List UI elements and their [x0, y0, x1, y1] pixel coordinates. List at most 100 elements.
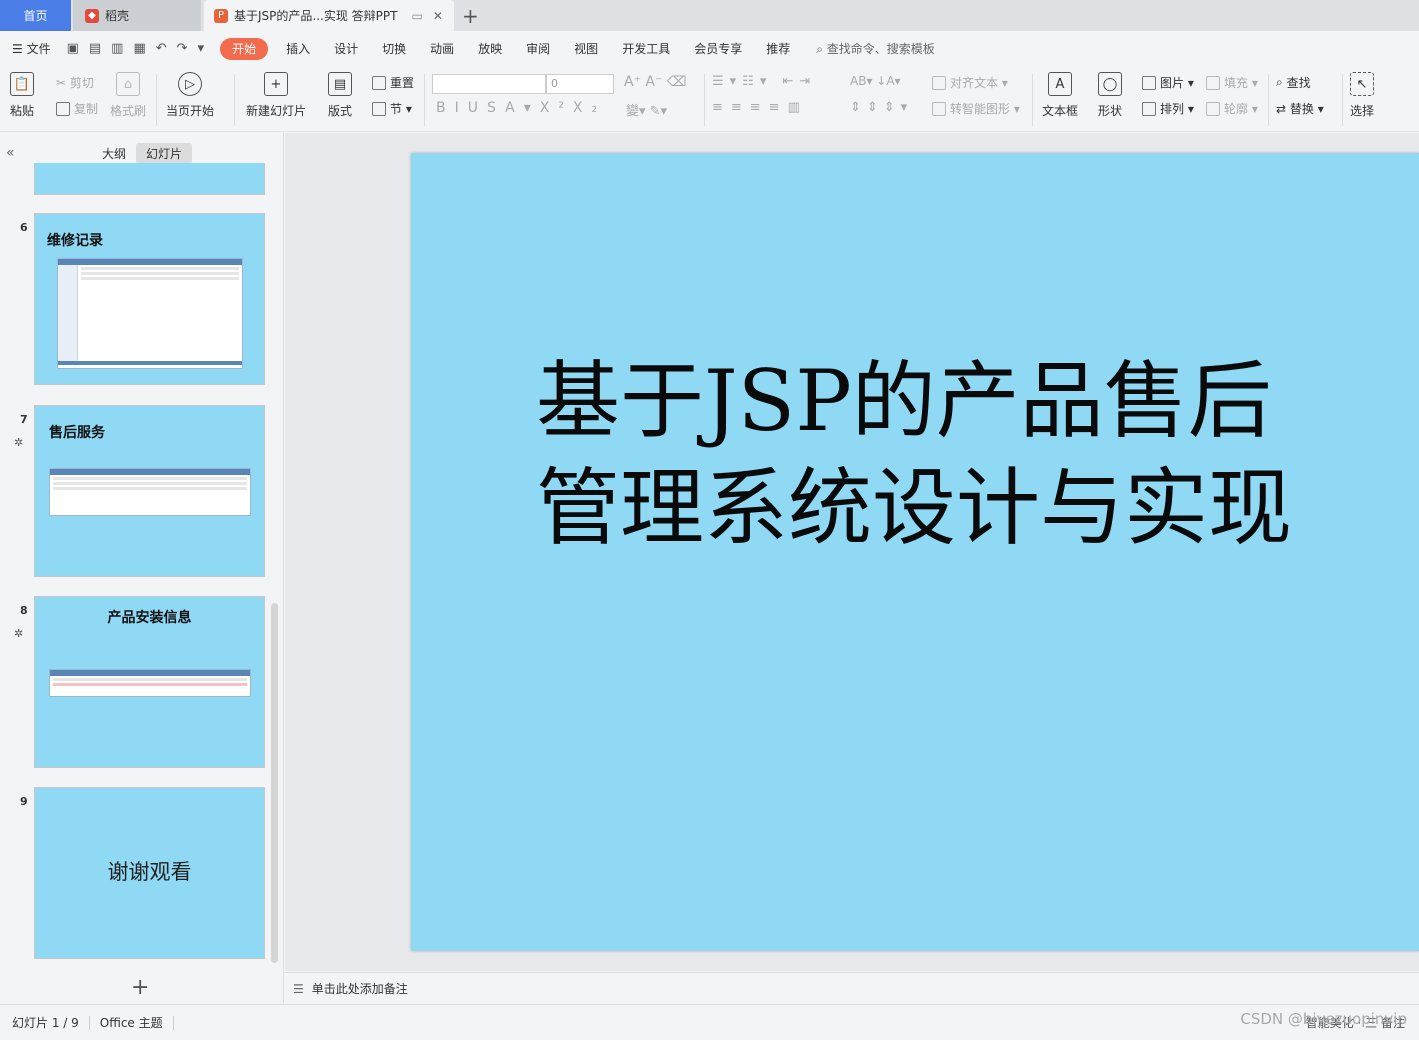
- slide-thumbnail-7[interactable]: 售后服务: [34, 405, 265, 577]
- theme-name[interactable]: Office 主题: [100, 1014, 163, 1031]
- screenshot-row: [53, 678, 247, 681]
- section-icon: [372, 101, 386, 116]
- font-family-select[interactable]: [432, 74, 546, 94]
- collapse-panel-icon[interactable]: «: [6, 145, 15, 161]
- picture-icon: [1142, 75, 1156, 90]
- menu-item-design[interactable]: 设计: [322, 38, 370, 60]
- layout-icon: ▤: [328, 72, 352, 96]
- cut-button[interactable]: ✂ 剪切: [56, 74, 94, 91]
- section-button[interactable]: 节 ▾: [372, 100, 412, 117]
- picture-label: 图片: [1160, 76, 1185, 90]
- font-size-select[interactable]: 0: [546, 74, 614, 94]
- pin-icon[interactable]: ▭: [411, 9, 422, 23]
- add-slide-plus-icon[interactable]: +: [131, 975, 149, 1000]
- highlight-icons[interactable]: 變▾ ✎▾: [626, 100, 667, 119]
- section-label: 节: [390, 102, 403, 116]
- copy-label: 复制: [74, 102, 99, 116]
- tab-slides[interactable]: 幻灯片: [136, 143, 193, 164]
- command-search[interactable]: ⌕ 查找命令、搜索模板: [816, 40, 935, 57]
- close-icon[interactable]: ✕: [433, 9, 443, 23]
- menu-item-recommend[interactable]: 推荐: [754, 38, 802, 60]
- thumbnail-title: 售后服务: [49, 425, 105, 441]
- menu-item-start[interactable]: 开始: [220, 37, 269, 60]
- menu-item-insert[interactable]: 插入: [274, 38, 322, 60]
- menu-item-slideshow[interactable]: 放映: [466, 38, 514, 60]
- font-style-icons[interactable]: BIUSA▾X²X₂: [436, 100, 606, 116]
- ppt-icon: P: [214, 8, 228, 23]
- format-painter-button[interactable]: ⌂ 格式刷: [110, 72, 146, 119]
- tab-document[interactable]: P 基于JSP的产品...实现 答辩PPT ▭ ✕: [204, 0, 454, 31]
- menu-bar: ☰ 文件 ▣▤▥▦↶↷▾ 开始 插入 设计 切换 动画 放映 审阅 视图 开发工…: [0, 31, 1419, 66]
- slide-thumbnail-9[interactable]: 谢谢观看: [34, 787, 265, 959]
- separator: [234, 74, 235, 126]
- list-icons[interactable]: ☰▾☷▾ ⇤⇥: [712, 74, 816, 89]
- screenshot-image: [49, 468, 251, 516]
- text-direction-icons[interactable]: AB▾ ↓A▾: [850, 74, 901, 88]
- screenshot-row: [53, 482, 247, 485]
- slide-number: 8: [20, 604, 28, 617]
- select-cursor-icon: ↖: [1350, 72, 1374, 96]
- slide-thumbnail-8[interactable]: 产品安装信息: [34, 596, 265, 768]
- menu-item-view[interactable]: 视图: [562, 38, 610, 60]
- copy-icon: [56, 101, 70, 116]
- slide-title[interactable]: 基于JSP的产品售后管理系统设计与实现: [536, 348, 1296, 562]
- screenshot-header: [50, 469, 250, 475]
- align-text-button[interactable]: 对齐文本 ▾: [932, 74, 1008, 91]
- thumbnail-title: 维修记录: [47, 233, 103, 249]
- menu-item-animation[interactable]: 动画: [418, 38, 466, 60]
- quick-access-icons[interactable]: ▣▤▥▦↶↷▾: [67, 41, 214, 56]
- textbox-button[interactable]: A 文本框: [1042, 72, 1078, 119]
- file-menu[interactable]: ☰ 文件: [0, 38, 63, 60]
- tab-outline[interactable]: 大纲: [92, 143, 136, 164]
- spacing-icons[interactable]: ⇕⇕⇕▾: [850, 100, 913, 115]
- play-icon: ▷: [178, 72, 202, 96]
- screenshot-sidebar: [58, 265, 78, 361]
- menu-item-member[interactable]: 会员专享: [682, 38, 754, 60]
- slide-number: 9: [20, 795, 28, 808]
- watermark: CSDN @biyezuopinvip: [1240, 1010, 1407, 1028]
- copy-button[interactable]: 复制: [56, 100, 98, 117]
- find-button[interactable]: ⌕ 查找: [1276, 74, 1311, 91]
- font-grow-shrink-icons[interactable]: A⁺ A⁻ ⌫: [624, 74, 687, 90]
- menu-item-review[interactable]: 审阅: [514, 38, 562, 60]
- replace-button[interactable]: ⇄ 替换 ▾: [1276, 100, 1324, 117]
- arrange-button[interactable]: 排列 ▾: [1142, 100, 1194, 117]
- panel-scrollbar[interactable]: [271, 603, 278, 963]
- separator: [1268, 74, 1269, 126]
- reset-button[interactable]: 重置: [372, 74, 414, 91]
- select-button[interactable]: ↖ 选择: [1350, 72, 1374, 119]
- outline-button[interactable]: 轮廓 ▾: [1206, 100, 1258, 117]
- screenshot-image: [49, 669, 251, 697]
- smart-shape-icon: [932, 101, 946, 116]
- paste-label: 粘贴: [10, 104, 35, 118]
- paste-button[interactable]: 📋 粘贴: [10, 72, 34, 119]
- replace-icon: ⇄: [1276, 101, 1287, 116]
- tab-daoke[interactable]: ◆ 稻壳: [73, 0, 201, 31]
- slide-thumbnail-6[interactable]: 维修记录: [34, 213, 265, 385]
- thumbnail-title: 谢谢观看: [107, 860, 192, 884]
- menu-item-devtools[interactable]: 开发工具: [610, 38, 682, 60]
- shape-button[interactable]: ◯ 形状: [1098, 72, 1122, 119]
- new-slide-button[interactable]: + 新建幻灯片: [246, 72, 306, 119]
- smart-shape-button[interactable]: 转智能图形 ▾: [932, 100, 1020, 117]
- panel-view-tabs: 大纲 幻灯片: [92, 143, 193, 164]
- notes-pane[interactable]: ☰ 单击此处添加备注: [285, 972, 1419, 1004]
- scissors-icon: ✂: [56, 75, 67, 90]
- layout-label: 版式: [328, 104, 353, 118]
- screenshot-header: [50, 670, 250, 676]
- picture-button[interactable]: 图片 ▾: [1142, 74, 1194, 91]
- paragraph-align-icons[interactable]: ≡≡≡≡▥: [712, 100, 808, 115]
- clipboard-icon: 📋: [10, 72, 34, 96]
- new-tab-plus-icon[interactable]: +: [462, 4, 479, 28]
- shape-label: 形状: [1098, 104, 1123, 118]
- menu-item-transition[interactable]: 切换: [370, 38, 418, 60]
- layout-button[interactable]: ▤ 版式: [328, 72, 352, 119]
- slide-thumbnail-5[interactable]: [34, 163, 265, 195]
- fill-button[interactable]: 填充 ▾: [1206, 74, 1258, 91]
- tab-home[interactable]: 首页: [0, 0, 71, 31]
- current-slide[interactable]: 基于JSP的产品售后管理系统设计与实现: [411, 153, 1419, 951]
- daoke-icon: ◆: [85, 8, 99, 23]
- start-from-current-button[interactable]: ▷ 当页开始: [166, 72, 214, 119]
- ribbon: 📋 粘贴 ✂ 剪切 复制 ⌂ 格式刷 ▷ 当页开始 + 新建幻灯片 ▤ 版式 重…: [0, 66, 1419, 132]
- status-bar: 幻灯片 1 / 9 Office 主题: [0, 1004, 1419, 1040]
